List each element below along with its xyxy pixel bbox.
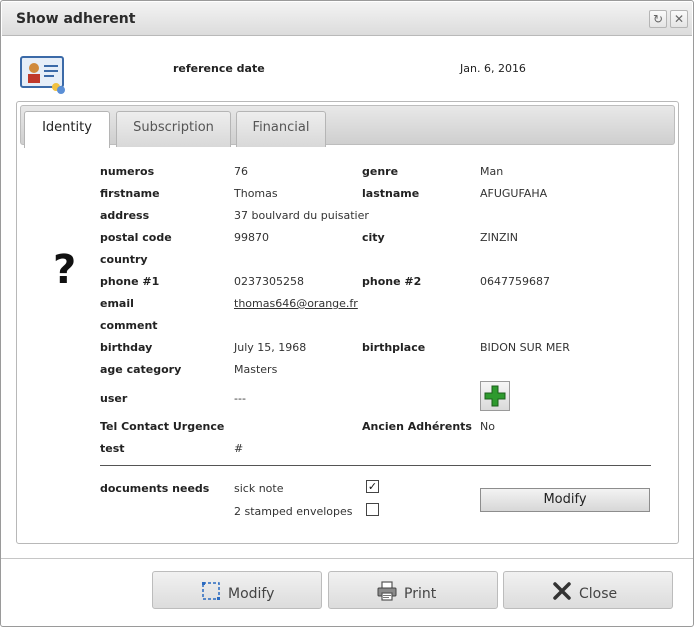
age-category-value: Masters (234, 363, 278, 376)
user-label: user (100, 392, 128, 405)
birthday-label: birthday (100, 341, 153, 354)
adherent-card-icon (20, 56, 65, 94)
ancien-adherents-value: No (480, 420, 495, 433)
modify-button-label: Modify (228, 586, 275, 602)
reference-date-value: Jan. 6, 2016 (460, 62, 526, 75)
phone1-value: 0237305258 (234, 275, 304, 288)
modify-button[interactable]: Modify (152, 571, 322, 609)
birthplace-value: BIDON SUR MER (480, 341, 570, 354)
tab-bar: Identity Subscription Financial (20, 105, 675, 148)
address-label: address (100, 209, 150, 222)
lastname-value: AFUGUFAHA (480, 187, 548, 200)
close-button-label: Close (579, 586, 618, 602)
tab-subscription[interactable]: Subscription (116, 111, 231, 147)
country-label: country (100, 253, 148, 266)
tel-urgence-label: Tel Contact Urgence (100, 420, 225, 433)
city-label: city (362, 231, 385, 244)
sick-note-checkbox[interactable]: ✓ (366, 480, 379, 493)
dialog-title: Show adherent (16, 11, 136, 27)
printer-icon (377, 581, 397, 601)
tab-financial[interactable]: Financial (236, 111, 326, 147)
print-button-label: Print (404, 586, 437, 602)
ancien-adherents-label: Ancien Adhérents (362, 420, 472, 433)
edit-frame-icon (202, 582, 220, 600)
test-value: # (234, 442, 244, 455)
birthday-value: July 15, 1968 (234, 341, 307, 354)
test-label: test (100, 442, 125, 455)
sick-note-label: sick note (234, 482, 284, 495)
lastname-label: lastname (362, 187, 420, 200)
close-icon[interactable]: ✕ (670, 10, 688, 28)
plus-icon (484, 385, 506, 407)
email-label: email (100, 297, 134, 310)
phone1-label: phone #1 (100, 275, 160, 288)
firstname-label: firstname (100, 187, 160, 200)
comment-label: comment (100, 319, 158, 332)
close-x-icon (553, 582, 571, 600)
documents-needs-label: documents needs (100, 482, 210, 495)
title-bar: Show adherent ↻ ✕ (2, 2, 692, 36)
footer-separator (1, 558, 693, 559)
photo-placeholder: ? (53, 247, 77, 293)
stamped-envelopes-label: 2 stamped envelopes (234, 505, 353, 518)
close-button[interactable]: Close (503, 571, 673, 609)
show-adherent-dialog: Show adherent ↻ ✕ reference date Jan. 6,… (0, 0, 694, 627)
firstname-value: Thomas (234, 187, 278, 200)
reference-date-label: reference date (173, 62, 265, 75)
stamped-envelopes-checkbox[interactable] (366, 503, 379, 516)
add-button[interactable] (480, 381, 510, 411)
user-value: --- (234, 392, 246, 405)
numeros-label: numeros (100, 165, 155, 178)
postal-code-label: postal code (100, 231, 172, 244)
genre-value: Man (480, 165, 504, 178)
postal-code-value: 99870 (234, 231, 269, 244)
section-divider (100, 465, 651, 466)
numeros-value: 76 (234, 165, 248, 178)
age-category-label: age category (100, 363, 182, 376)
phone2-label: phone #2 (362, 275, 422, 288)
tab-identity[interactable]: Identity (24, 111, 110, 148)
birthplace-label: birthplace (362, 341, 426, 354)
city-value: ZINZIN (480, 231, 519, 244)
address-value: 37 boulvard du puisatier (234, 209, 369, 222)
print-button[interactable]: Print (328, 571, 498, 609)
email-link[interactable]: thomas646@orange.fr (234, 297, 358, 310)
genre-label: genre (362, 165, 399, 178)
phone2-value: 0647759687 (480, 275, 550, 288)
refresh-icon[interactable]: ↻ (649, 10, 667, 28)
documents-modify-button[interactable]: Modify (480, 488, 650, 512)
